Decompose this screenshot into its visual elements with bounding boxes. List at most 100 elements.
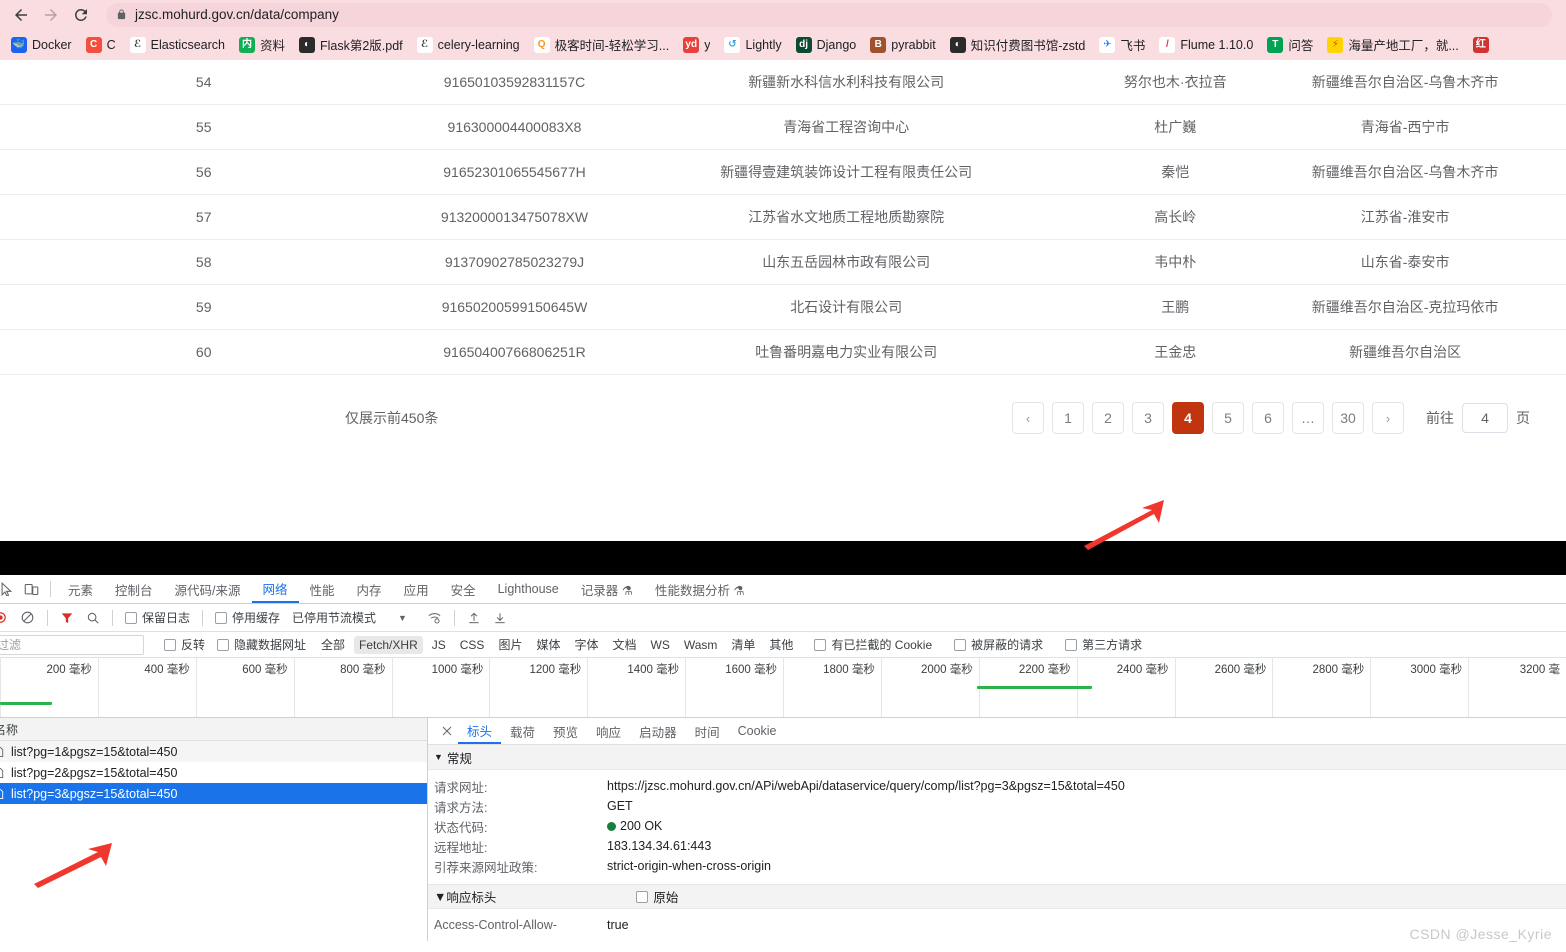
filter-icon[interactable]	[54, 611, 80, 625]
hide-data-urls-checkbox[interactable]: 隐藏数据网址	[211, 636, 312, 653]
filter-type--[interactable]: 清单	[726, 636, 760, 654]
devtools-tab-8[interactable]: Lighthouse	[487, 575, 570, 603]
devtools-tab-6[interactable]: 应用	[393, 575, 440, 603]
bookmark-item[interactable]: T 问答	[1260, 33, 1320, 57]
device-toolbar-icon[interactable]	[18, 582, 44, 597]
request-detail-tab-2[interactable]: 预览	[544, 718, 587, 744]
filter-type--[interactable]: 图片	[493, 636, 527, 654]
pagination-page-5[interactable]: 5	[1212, 402, 1244, 434]
request-row[interactable]: list?pg=3&pgsz=15&total=450	[0, 783, 427, 804]
bookmark-item[interactable]: yd y	[676, 33, 717, 57]
network-conditions-icon[interactable]	[413, 610, 448, 625]
pagination-prev[interactable]: ‹	[1012, 402, 1044, 434]
forward-arrow-icon[interactable]	[36, 2, 66, 28]
filter-type--[interactable]: 全部	[316, 636, 350, 654]
throttling-select[interactable]: 已停用节流模式 ▼	[286, 609, 413, 626]
invert-checkbox[interactable]: 反转	[158, 636, 211, 653]
bookmark-item[interactable]: ⚡ 海量产地工厂，就...	[1320, 33, 1465, 57]
third-party-checkbox[interactable]: 第三方请求	[1059, 636, 1148, 653]
devtools-tab-7[interactable]: 安全	[440, 575, 487, 603]
request-detail-tab-1[interactable]: 载荷	[501, 718, 544, 744]
general-section-header[interactable]: ▼ 常规	[428, 745, 1566, 770]
bookmark-item[interactable]: 红	[1466, 33, 1501, 57]
filter-type--[interactable]: 媒体	[531, 636, 565, 654]
bookmark-item[interactable]: / Flume 1.10.0	[1152, 33, 1260, 57]
devtools-tab-4[interactable]: 性能	[299, 575, 346, 603]
bookmark-item[interactable]: ◐ 知识付费图书馆-zstd	[943, 33, 1093, 57]
table-row[interactable]: 59 91650200599150645W 北石设计有限公司 王鹏 新疆维吾尔自治区-克…	[0, 284, 1566, 330]
filter-type-css[interactable]: CSS	[455, 636, 490, 654]
request-row[interactable]: list?pg=1&pgsz=15&total=450	[0, 741, 427, 762]
pagination-page-3[interactable]: 3	[1132, 402, 1164, 434]
request-detail-tab-0[interactable]: 标头	[458, 718, 502, 744]
detail-key: 引荐来源网址政策:	[434, 860, 538, 875]
close-icon[interactable]	[436, 725, 458, 737]
bookmark-item[interactable]: ℰcelery-learning	[410, 33, 527, 57]
pagination-page-1[interactable]: 1	[1052, 402, 1084, 434]
pagination-page-4[interactable]: 4	[1172, 402, 1204, 434]
back-arrow-icon[interactable]	[6, 2, 36, 28]
timeline-tick: 600 毫秒	[195, 658, 294, 717]
filter-type-js[interactable]: JS	[427, 636, 451, 654]
bookmark-item[interactable]: dj Django	[789, 33, 864, 57]
raw-checkbox[interactable]: 原始	[636, 887, 678, 906]
request-detail-tab-4[interactable]: 启动器	[630, 718, 686, 744]
bookmark-item[interactable]: ◐ Flask第2版.pdf	[292, 33, 410, 57]
network-timeline[interactable]: 200 毫秒 400 毫秒 600 毫秒 800 毫秒 1000 毫秒 1200 毫秒 14…	[0, 658, 1566, 718]
devtools-tab-9[interactable]: 记录器 ⚗	[570, 575, 644, 603]
record-icon[interactable]	[0, 610, 14, 625]
inspect-element-icon[interactable]	[0, 582, 18, 596]
clear-icon[interactable]	[14, 610, 41, 625]
pagination-page-…[interactable]: …	[1292, 402, 1324, 434]
bookmark-item[interactable]: CC	[79, 33, 123, 57]
export-har-icon[interactable]	[487, 611, 513, 625]
request-detail-tab-5[interactable]: 时间	[686, 718, 729, 744]
filter-type-fetch-xhr[interactable]: Fetch/XHR	[354, 635, 423, 654]
pagination-page-30[interactable]: 30	[1332, 402, 1364, 434]
goto-page-input[interactable]	[1462, 403, 1508, 433]
filter-type--[interactable]: 其他	[764, 636, 798, 654]
bookmark-item[interactable]: Q 极客时间-轻松学习...	[527, 33, 677, 57]
request-row[interactable]: list?pg=2&pgsz=15&total=450	[0, 762, 427, 783]
filter-type-ws[interactable]: WS	[646, 636, 675, 654]
filter-type--[interactable]: 文档	[607, 636, 641, 654]
row-region: 新疆维吾尔自治区	[1279, 329, 1531, 375]
preserve-log-checkbox[interactable]: 保留日志	[119, 609, 196, 626]
table-row[interactable]: 55 916300004400083X8 青海省工程咨询中心 杜广巍 青海省-西宁市	[0, 104, 1566, 150]
pagination-next[interactable]: ›	[1372, 402, 1404, 434]
disable-cache-checkbox[interactable]: 停用缓存	[209, 609, 286, 626]
response-headers-section[interactable]: ▼ 响应标头 原始	[428, 884, 1566, 909]
pagination-page-6[interactable]: 6	[1252, 402, 1284, 434]
bookmark-item[interactable]: Bpyrabbit	[863, 33, 942, 57]
bookmark-item[interactable]: 内资料	[232, 33, 292, 57]
reload-icon[interactable]	[66, 2, 96, 28]
pagination-page-2[interactable]: 2	[1092, 402, 1124, 434]
blocked-cookies-checkbox[interactable]: 有已拦截的 Cookie	[808, 636, 938, 653]
search-icon[interactable]	[80, 611, 106, 625]
filter-type-wasm[interactable]: Wasm	[679, 636, 723, 654]
table-row[interactable]: 54 91650103592831157C 新疆新水科信水利科技有限公司 努尔也木·衣…	[0, 60, 1566, 105]
bookmark-item[interactable]: 🐳 Docker	[4, 33, 79, 57]
table-row[interactable]: 58 91370902785023279J 山东五岳园林市政有限公司 韦中朴 山东省-泰…	[0, 239, 1566, 285]
devtools-tab-2[interactable]: 源代码/来源	[164, 575, 252, 603]
devtools-tab-3[interactable]: 网络	[251, 575, 299, 603]
request-detail-tab-3[interactable]: 响应	[587, 718, 630, 744]
bookmark-favicon-icon: C	[85, 36, 102, 53]
table-row[interactable]: 56 91652301065545677H 新疆得壹建筑装饰设计工程有限责任公司 秦恺…	[0, 149, 1566, 195]
blocked-requests-checkbox[interactable]: 被屏蔽的请求	[948, 636, 1049, 653]
request-detail-tab-6[interactable]: Cookie	[729, 718, 786, 744]
filter-type--[interactable]: 字体	[569, 636, 603, 654]
devtools-tab-1[interactable]: 控制台	[104, 575, 164, 603]
import-har-icon[interactable]	[461, 611, 487, 625]
bookmark-item[interactable]: ℰ Elasticsearch	[123, 33, 232, 57]
bookmark-item[interactable]: ↺ Lightly	[717, 33, 788, 57]
table-row[interactable]: 60 91650400766806251R 吐鲁番明嘉电力实业有限公司 王金忠 新疆维吾…	[0, 329, 1566, 375]
devtools-tab-10[interactable]: 性能数据分析 ⚗	[644, 575, 756, 603]
filter-input[interactable]: 过滤	[0, 634, 144, 655]
devtools-tab-0[interactable]: 元素	[57, 575, 104, 603]
bookmark-item[interactable]: ✈ 飞书	[1092, 33, 1152, 57]
devtools-tab-5[interactable]: 内存	[346, 575, 393, 603]
table-row[interactable]: 57 9132000013475078XW 江苏省水文地质工程地质勘察院 高长岭 江苏省…	[0, 194, 1566, 240]
row-spacer	[1530, 194, 1566, 240]
address-bar[interactable]: jzsc.mohurd.gov.cn/data/company	[106, 2, 1552, 27]
